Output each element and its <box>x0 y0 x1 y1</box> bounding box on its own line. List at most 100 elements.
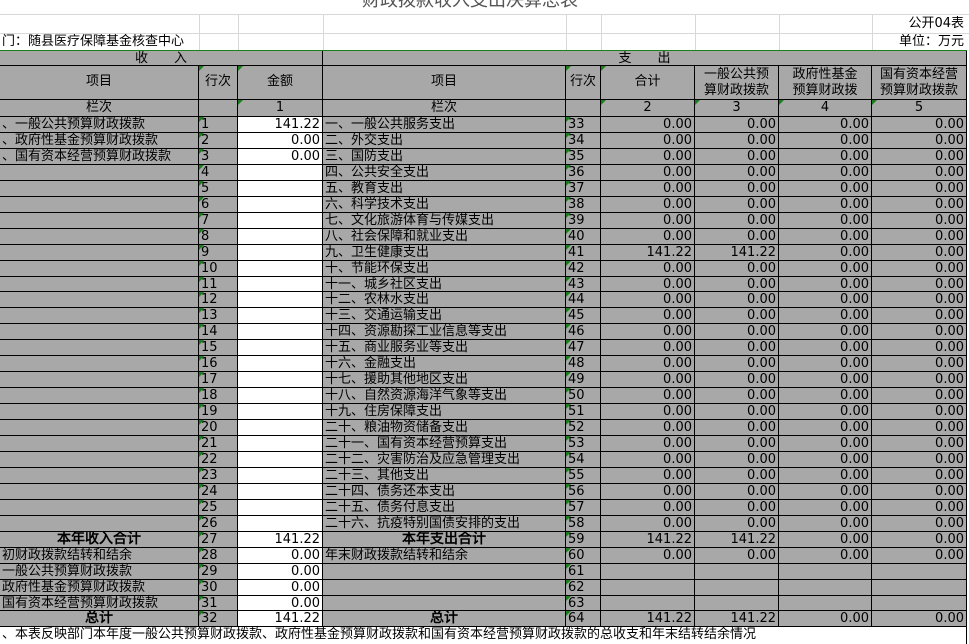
expense-value-cell[interactable]: 0.00 <box>872 340 967 356</box>
expense-value-cell[interactable]: 0.00 <box>695 308 779 324</box>
expense-value-cell[interactable]: 0.00 <box>779 165 872 181</box>
expense-value-cell[interactable]: 0.00 <box>779 420 872 436</box>
expense-value-cell[interactable] <box>695 564 779 580</box>
expense-value-cell[interactable]: 0.00 <box>872 181 967 197</box>
expense-value-cell[interactable]: 0.00 <box>872 261 967 277</box>
expense-value-cell[interactable]: 0.00 <box>695 213 779 229</box>
income-amount-cell[interactable] <box>238 404 323 420</box>
expense-value-cell[interactable]: 0.00 <box>695 181 779 197</box>
expense-value-cell[interactable]: 0.00 <box>695 404 779 420</box>
expense-value-cell[interactable]: 0.00 <box>872 484 967 500</box>
expense-value-cell[interactable]: 0.00 <box>779 292 872 308</box>
expense-value-cell[interactable]: 0.00 <box>601 181 695 197</box>
expense-value-cell[interactable]: 141.22 <box>601 245 695 261</box>
income-amount-cell[interactable] <box>238 516 323 532</box>
expense-value-cell[interactable]: 0.00 <box>601 308 695 324</box>
expense-value-cell[interactable]: 0.00 <box>601 404 695 420</box>
expense-value-cell[interactable]: 0.00 <box>872 292 967 308</box>
expense-value-cell[interactable]: 0.00 <box>779 484 872 500</box>
expense-value-cell[interactable]: 0.00 <box>601 165 695 181</box>
expense-value-cell[interactable]: 0.00 <box>872 436 967 452</box>
expense-value-cell[interactable]: 0.00 <box>695 261 779 277</box>
expense-value-cell[interactable] <box>872 564 967 580</box>
expense-value-cell[interactable]: 0.00 <box>779 245 872 261</box>
expense-value-cell[interactable]: 141.22 <box>601 532 695 548</box>
expense-value-cell[interactable]: 0.00 <box>695 292 779 308</box>
expense-value-cell[interactable]: 0.00 <box>601 548 695 564</box>
expense-value-cell[interactable]: 0.00 <box>872 468 967 484</box>
expense-value-cell[interactable]: 0.00 <box>779 340 872 356</box>
expense-value-cell[interactable] <box>779 564 872 580</box>
income-amount-cell[interactable] <box>238 165 323 181</box>
expense-value-cell[interactable]: 0.00 <box>779 213 872 229</box>
expense-value-cell[interactable]: 0.00 <box>695 468 779 484</box>
expense-value-cell[interactable]: 0.00 <box>695 484 779 500</box>
income-amount-cell[interactable]: 0.00 <box>238 149 323 165</box>
expense-value-cell[interactable]: 141.22 <box>695 245 779 261</box>
expense-value-cell[interactable]: 0.00 <box>601 452 695 468</box>
expense-value-cell[interactable]: 0.00 <box>695 117 779 133</box>
expense-value-cell[interactable]: 0.00 <box>695 277 779 292</box>
income-amount-cell[interactable]: 141.22 <box>238 611 323 627</box>
expense-value-cell[interactable]: 0.00 <box>779 452 872 468</box>
expense-value-cell[interactable]: 0.00 <box>601 340 695 356</box>
expense-value-cell[interactable]: 0.00 <box>695 372 779 388</box>
expense-value-cell[interactable]: 0.00 <box>872 165 967 181</box>
income-amount-cell[interactable] <box>238 436 323 452</box>
income-amount-cell[interactable]: 0.00 <box>238 564 323 580</box>
expense-value-cell[interactable]: 0.00 <box>779 117 872 133</box>
expense-value-cell[interactable]: 0.00 <box>779 229 872 245</box>
income-amount-cell[interactable] <box>238 500 323 516</box>
expense-value-cell[interactable]: 0.00 <box>779 181 872 197</box>
expense-value-cell[interactable]: 0.00 <box>872 197 967 213</box>
expense-value-cell[interactable]: 0.00 <box>779 308 872 324</box>
expense-value-cell[interactable]: 0.00 <box>872 308 967 324</box>
expense-value-cell[interactable]: 0.00 <box>779 277 872 292</box>
income-amount-cell[interactable] <box>238 181 323 197</box>
income-amount-cell[interactable] <box>238 356 323 372</box>
expense-value-cell[interactable]: 0.00 <box>779 468 872 484</box>
income-amount-cell[interactable] <box>238 277 323 292</box>
expense-value-cell[interactable]: 0.00 <box>695 324 779 340</box>
expense-value-cell[interactable]: 0.00 <box>695 388 779 404</box>
expense-value-cell[interactable]: 0.00 <box>695 133 779 149</box>
expense-value-cell[interactable]: 0.00 <box>695 356 779 372</box>
expense-value-cell[interactable]: 0.00 <box>872 356 967 372</box>
expense-value-cell[interactable]: 0.00 <box>872 149 967 165</box>
expense-value-cell[interactable]: 0.00 <box>695 149 779 165</box>
expense-value-cell[interactable]: 0.00 <box>695 165 779 181</box>
expense-value-cell[interactable]: 0.00 <box>601 388 695 404</box>
expense-value-cell[interactable]: 0.00 <box>872 372 967 388</box>
expense-value-cell[interactable] <box>601 596 695 611</box>
expense-value-cell[interactable]: 0.00 <box>601 261 695 277</box>
expense-value-cell[interactable]: 0.00 <box>601 324 695 340</box>
expense-value-cell[interactable]: 0.00 <box>872 452 967 468</box>
expense-value-cell[interactable]: 0.00 <box>872 611 967 627</box>
expense-value-cell[interactable]: 0.00 <box>601 197 695 213</box>
income-amount-cell[interactable] <box>238 372 323 388</box>
income-amount-cell[interactable]: 141.22 <box>238 532 323 548</box>
income-amount-cell[interactable] <box>238 261 323 277</box>
expense-value-cell[interactable]: 0.00 <box>601 516 695 532</box>
expense-value-cell[interactable]: 0.00 <box>872 133 967 149</box>
expense-value-cell[interactable]: 0.00 <box>872 500 967 516</box>
expense-value-cell[interactable]: 0.00 <box>779 388 872 404</box>
expense-value-cell[interactable] <box>872 580 967 596</box>
income-amount-cell[interactable] <box>238 308 323 324</box>
expense-value-cell[interactable]: 0.00 <box>779 149 872 165</box>
expense-value-cell[interactable]: 0.00 <box>872 388 967 404</box>
expense-value-cell[interactable]: 0.00 <box>779 516 872 532</box>
expense-value-cell[interactable]: 0.00 <box>779 356 872 372</box>
expense-value-cell[interactable]: 141.22 <box>695 532 779 548</box>
income-amount-cell[interactable]: 0.00 <box>238 548 323 564</box>
expense-value-cell[interactable] <box>872 596 967 611</box>
expense-value-cell[interactable]: 0.00 <box>601 356 695 372</box>
expense-value-cell[interactable]: 0.00 <box>601 117 695 133</box>
expense-value-cell[interactable]: 0.00 <box>601 213 695 229</box>
income-amount-cell[interactable] <box>238 229 323 245</box>
expense-value-cell[interactable]: 0.00 <box>601 277 695 292</box>
income-amount-cell[interactable] <box>238 452 323 468</box>
expense-value-cell[interactable]: 0.00 <box>601 149 695 165</box>
expense-value-cell[interactable]: 0.00 <box>779 197 872 213</box>
expense-value-cell[interactable]: 0.00 <box>695 197 779 213</box>
